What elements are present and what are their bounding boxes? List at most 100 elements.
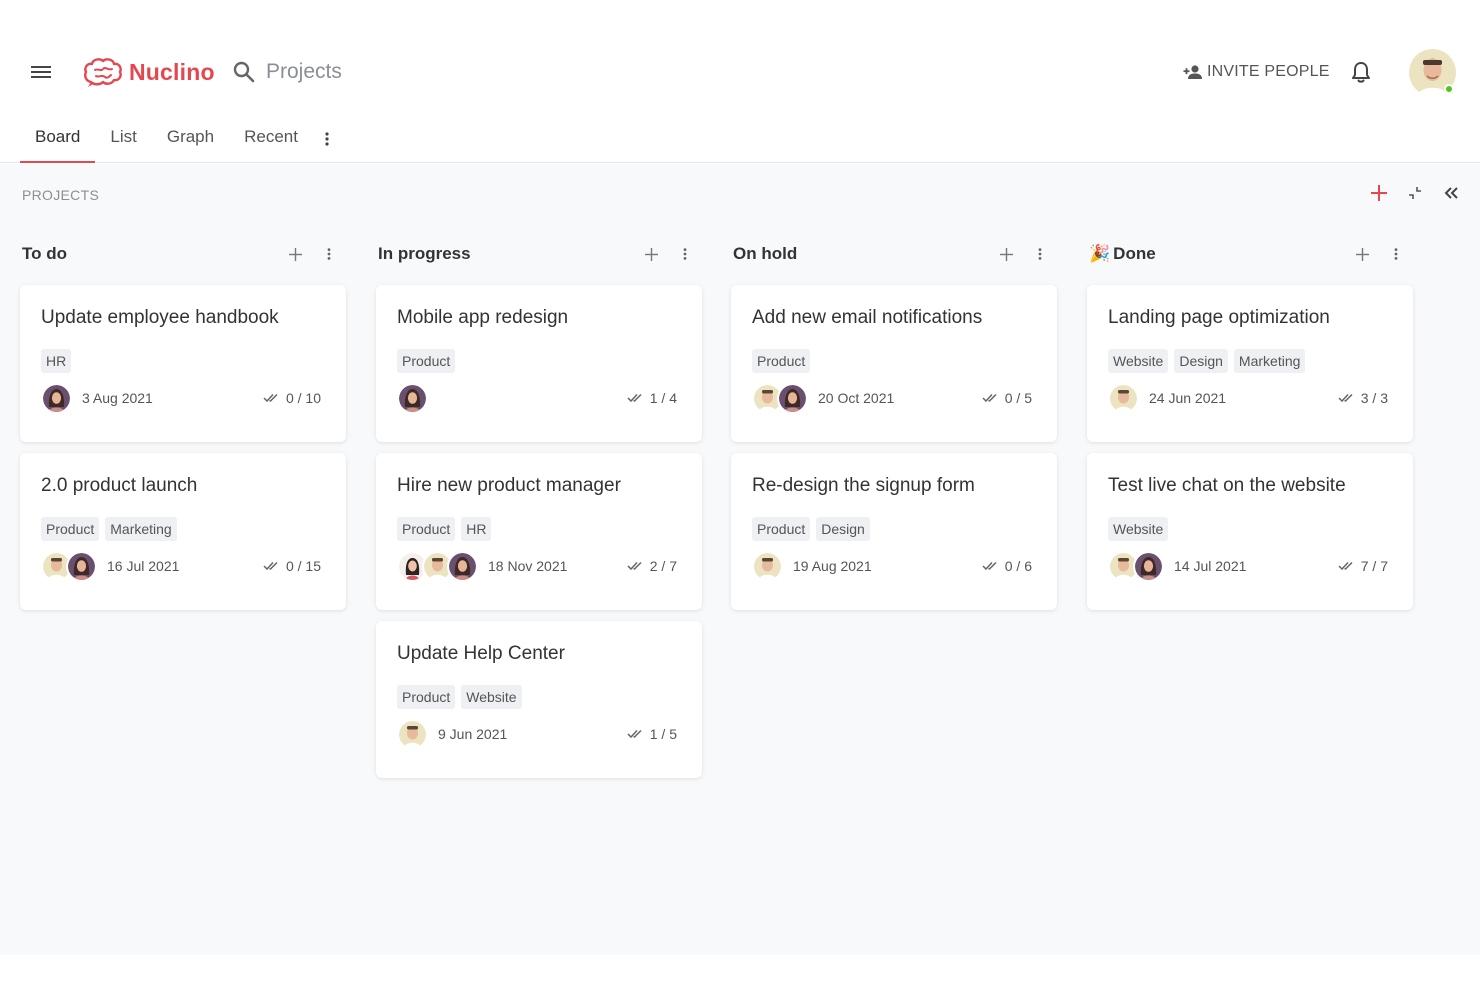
card-tag[interactable]: Product: [41, 517, 100, 541]
card-due-date: 16 Jul 2021: [107, 558, 180, 574]
invite-people-button[interactable]: INVITE PEOPLE: [1183, 58, 1330, 86]
project-card[interactable]: Landing page optimization Website Design Ma…: [1087, 285, 1413, 442]
view-tabs: Board List Graph Recent: [20, 112, 341, 163]
project-card[interactable]: Update employee handbook HR 3 Aug 2021 0 / …: [20, 285, 346, 442]
card-title: Re-design the signup form: [752, 475, 975, 496]
add-item-button[interactable]: [1368, 182, 1390, 204]
card-tag[interactable]: HR: [41, 349, 72, 373]
double-check-icon: [627, 561, 642, 571]
add-card-button[interactable]: [286, 245, 305, 264]
card-title: Update Help Center: [397, 643, 565, 664]
logo[interactable]: Nuclino: [83, 54, 215, 90]
card-assignees: [752, 550, 783, 582]
column-header: On hold: [731, 238, 1057, 270]
online-status-dot: [1444, 84, 1454, 94]
project-card[interactable]: Hire new product manager Product HR 18 Nov …: [376, 453, 702, 610]
tab-recent[interactable]: Recent: [229, 112, 313, 163]
tab-list[interactable]: List: [95, 112, 151, 163]
board-column: To do Update employee handbook HR 3 Aug 202…: [20, 238, 346, 610]
column-header: To do: [20, 238, 346, 270]
add-card-button[interactable]: [642, 245, 661, 264]
column-menu-icon[interactable]: [1030, 245, 1049, 264]
card-checklist: 0 / 15: [263, 558, 325, 574]
card-footer: 19 Aug 2021 0 / 6: [752, 550, 1036, 582]
project-card[interactable]: Update Help Center Product Website 9 Jun 20…: [376, 621, 702, 778]
card-tags: Product Marketing: [41, 517, 325, 541]
project-card[interactable]: Test live chat on the website Website 14 J…: [1087, 453, 1413, 610]
column-title[interactable]: On hold: [733, 244, 997, 264]
assignee-avatar[interactable]: [397, 382, 428, 414]
hide-sidebar-icon[interactable]: [1440, 182, 1462, 204]
card-checklist: 1 / 5: [627, 726, 681, 742]
logo-text: Nuclino: [129, 58, 215, 85]
column-menu-icon[interactable]: [675, 245, 694, 264]
tab-board[interactable]: Board: [20, 112, 96, 163]
card-assignees: [1108, 550, 1164, 582]
assignee-avatar[interactable]: [66, 550, 97, 582]
card-tag[interactable]: Website: [1108, 349, 1169, 373]
project-card[interactable]: Add new email notifications Product 20 Oct…: [731, 285, 1057, 442]
card-tag[interactable]: Design: [1174, 349, 1228, 373]
card-tags: Product: [752, 349, 1036, 373]
assignee-avatar[interactable]: [752, 550, 783, 582]
assignee-avatar[interactable]: [1108, 382, 1139, 414]
column-menu-icon[interactable]: [319, 245, 338, 264]
card-tag[interactable]: HR: [461, 517, 492, 541]
card-tag[interactable]: Marketing: [105, 517, 177, 541]
column-title[interactable]: 🎉 Done: [1089, 244, 1353, 264]
assignee-avatar[interactable]: [447, 550, 478, 582]
menu-icon[interactable]: [31, 64, 51, 80]
checklist-progress: 0 / 10: [285, 390, 321, 406]
checklist-progress: 3 / 3: [1360, 390, 1388, 406]
card-assignees: [397, 382, 428, 414]
project-card[interactable]: 2.0 product launch Product Marketing 16 Jul…: [20, 453, 346, 610]
add-person-icon: [1183, 65, 1202, 79]
add-card-button[interactable]: [997, 245, 1016, 264]
column-header: 🎉 Done: [1087, 238, 1413, 270]
assignee-avatar[interactable]: [777, 382, 808, 414]
double-check-icon: [982, 561, 997, 571]
assignee-avatar[interactable]: [41, 382, 72, 414]
column-title-label: To do: [22, 244, 67, 263]
column-actions: [997, 245, 1057, 264]
search-field[interactable]: Projects: [232, 56, 342, 88]
card-tag[interactable]: Website: [1108, 517, 1169, 541]
column-menu-icon[interactable]: [1386, 245, 1405, 264]
card-checklist: 0 / 6: [982, 558, 1036, 574]
add-card-button[interactable]: [1353, 245, 1372, 264]
card-tag[interactable]: Product: [752, 517, 811, 541]
project-card[interactable]: Mobile app redesign Product 1 / 4: [376, 285, 702, 442]
card-tag[interactable]: Product: [397, 685, 456, 709]
card-tag[interactable]: Website: [461, 685, 522, 709]
card-title: 2.0 product launch: [41, 475, 198, 496]
card-tag[interactable]: Design: [816, 517, 870, 541]
card-tags: Product HR: [397, 517, 681, 541]
card-tag[interactable]: Product: [752, 349, 811, 373]
app-root: Nuclino Projects INVITE PEOPLE Board Lis…: [0, 0, 1480, 987]
column-header: In progress: [376, 238, 702, 270]
tab-graph[interactable]: Graph: [152, 112, 229, 163]
board-area: PROJECTS To do Update employee handbook HR…: [0, 164, 1480, 955]
card-tags: Website Design Marketing: [1108, 349, 1392, 373]
column-title-label: In progress: [378, 244, 471, 263]
collapse-icon[interactable]: [1404, 182, 1426, 204]
card-tag[interactable]: Product: [397, 349, 456, 373]
card-tag[interactable]: Marketing: [1233, 349, 1306, 373]
board-toolbar: [1368, 182, 1462, 204]
card-footer: 20 Oct 2021 0 / 5: [752, 382, 1036, 414]
card-tag[interactable]: Product: [397, 517, 456, 541]
assignee-avatar[interactable]: [1133, 550, 1164, 582]
card-footer: 3 Aug 2021 0 / 10: [41, 382, 325, 414]
notifications-bell-icon[interactable]: [1350, 60, 1372, 84]
card-assignees: [41, 382, 72, 414]
project-card[interactable]: Re-design the signup form Product Design 19…: [731, 453, 1057, 610]
checklist-progress: 2 / 7: [649, 558, 677, 574]
card-checklist: 0 / 5: [982, 390, 1036, 406]
more-tabs-icon[interactable]: [313, 112, 341, 163]
card-due-date: 9 Jun 2021: [438, 726, 508, 742]
checklist-progress: 0 / 15: [285, 558, 321, 574]
card-checklist: 1 / 4: [627, 390, 681, 406]
column-title[interactable]: In progress: [378, 244, 642, 264]
assignee-avatar[interactable]: [397, 718, 428, 750]
column-title[interactable]: To do: [22, 244, 286, 264]
